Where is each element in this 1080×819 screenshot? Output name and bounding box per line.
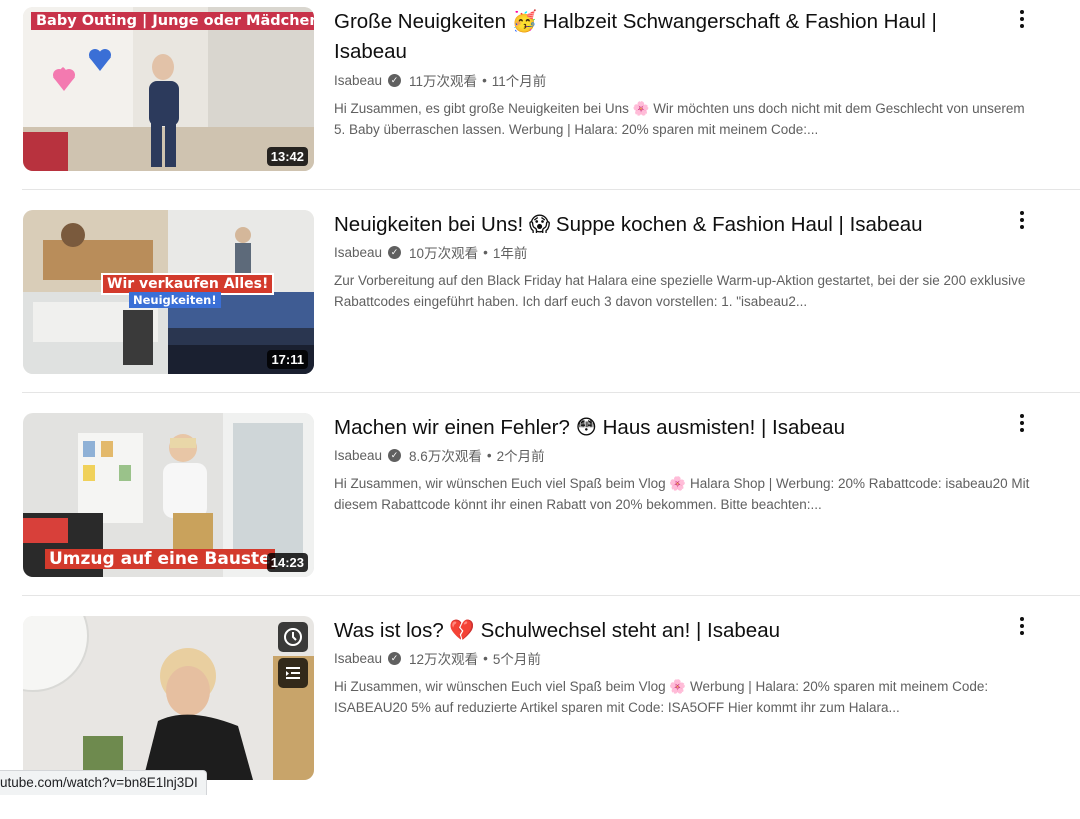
video-title[interactable]: Neuigkeiten bei Uns! 😱 Suppe kochen & Fa… <box>334 210 974 240</box>
watch-later-icon[interactable] <box>278 622 308 652</box>
video-thumbnail[interactable]: Umzug auf eine Bauste 14:23 <box>23 413 314 577</box>
divider <box>22 189 1080 190</box>
video-thumbnail[interactable] <box>23 616 314 780</box>
video-meta: Isabeau ✓ 12万次观看 • 5个月前 <box>334 648 541 668</box>
channel-name[interactable]: Isabeau <box>334 245 382 260</box>
channel-name[interactable]: Isabeau <box>334 73 382 88</box>
video-description: Hi Zusammen, wir wünschen Euch viel Spaß… <box>334 476 1030 512</box>
thumbnail-image <box>23 616 314 780</box>
upload-age: 1年前 <box>492 246 528 261</box>
video-description: Zur Vorbereitung auf den Black Friday ha… <box>334 273 1026 309</box>
video-meta: Isabeau ✓ 10万次观看 • 1年前 <box>334 242 527 262</box>
meta-separator: • <box>483 244 488 260</box>
view-count: 12万次观看 <box>409 652 479 667</box>
thumbnail-banner-secondary: Neuigkeiten! <box>129 292 221 308</box>
video-item: Wir verkaufen Alles! Neuigkeiten! 17:11 … <box>0 210 1080 413</box>
meta-separator: • <box>483 650 488 666</box>
divider <box>22 392 1080 393</box>
more-vert-icon[interactable] <box>1012 7 1032 31</box>
verified-icon: ✓ <box>388 73 402 87</box>
video-meta: Isabeau ✓ 8.6万次观看 • 2个月前 <box>334 445 545 465</box>
video-title[interactable]: Was ist los? 💔 Schulwechsel steht an! | … <box>334 616 974 646</box>
channel-name[interactable]: Isabeau <box>334 448 382 463</box>
thumbnail-banner: Umzug auf eine Bauste <box>45 549 275 569</box>
link-status-bar: utube.com/watch?v=bn8E1lnj3DI <box>0 770 207 795</box>
view-count: 11万次观看 <box>409 74 478 89</box>
verified-icon: ✓ <box>388 448 402 462</box>
video-title-text: Machen wir einen Fehler? 😳 Haus ausmiste… <box>334 416 845 439</box>
verified-icon: ✓ <box>388 651 402 665</box>
video-item: Baby Outing | Junge oder Mädchen? 13:42 … <box>0 7 1080 210</box>
more-vert-icon[interactable] <box>1012 208 1032 232</box>
video-title-text: Große Neuigkeiten 🥳 Halbzeit Schwangersc… <box>334 10 937 63</box>
video-description: Hi Zusammen, es gibt große Neuigkeiten b… <box>334 101 1025 137</box>
add-to-queue-icon[interactable] <box>278 658 308 688</box>
video-thumbnail[interactable]: Baby Outing | Junge oder Mädchen? 13:42 <box>23 7 314 171</box>
video-meta: Isabeau ✓ 11万次观看 • 11个月前 <box>334 70 546 90</box>
view-count: 8.6万次观看 <box>409 449 482 464</box>
video-duration: 13:42 <box>266 147 308 166</box>
video-item: Umzug auf eine Bauste 14:23 Machen wir e… <box>0 413 1080 616</box>
thumbnail-banner: Baby Outing | Junge oder Mädchen? <box>31 12 314 30</box>
meta-separator: • <box>482 72 487 88</box>
upload-age: 2个月前 <box>496 449 545 464</box>
divider <box>22 595 1080 596</box>
view-count: 10万次观看 <box>409 246 479 261</box>
clock-icon <box>284 628 302 646</box>
video-title[interactable]: Machen wir einen Fehler? 😳 Haus ausmiste… <box>334 413 974 443</box>
channel-name[interactable]: Isabeau <box>334 651 382 666</box>
upload-age: 5个月前 <box>492 652 541 667</box>
video-description: Hi Zusammen, wir wünschen Euch viel Spaß… <box>334 679 989 715</box>
upload-age: 11个月前 <box>491 74 547 89</box>
video-thumbnail[interactable]: Wir verkaufen Alles! Neuigkeiten! 17:11 <box>23 210 314 374</box>
video-duration: 14:23 <box>266 553 308 572</box>
video-duration: 17:11 <box>267 350 308 369</box>
video-title-text: Was ist los? 💔 Schulwechsel steht an! | … <box>334 619 780 642</box>
meta-separator: • <box>486 447 492 463</box>
video-title[interactable]: Große Neuigkeiten 🥳 Halbzeit Schwangersc… <box>334 7 974 67</box>
video-title-text: Neuigkeiten bei Uns! 😱 Suppe kochen & Fa… <box>334 213 923 236</box>
more-vert-icon[interactable] <box>1012 411 1032 435</box>
more-vert-icon[interactable] <box>1012 614 1032 638</box>
verified-icon: ✓ <box>388 245 402 259</box>
queue-icon <box>286 667 300 679</box>
